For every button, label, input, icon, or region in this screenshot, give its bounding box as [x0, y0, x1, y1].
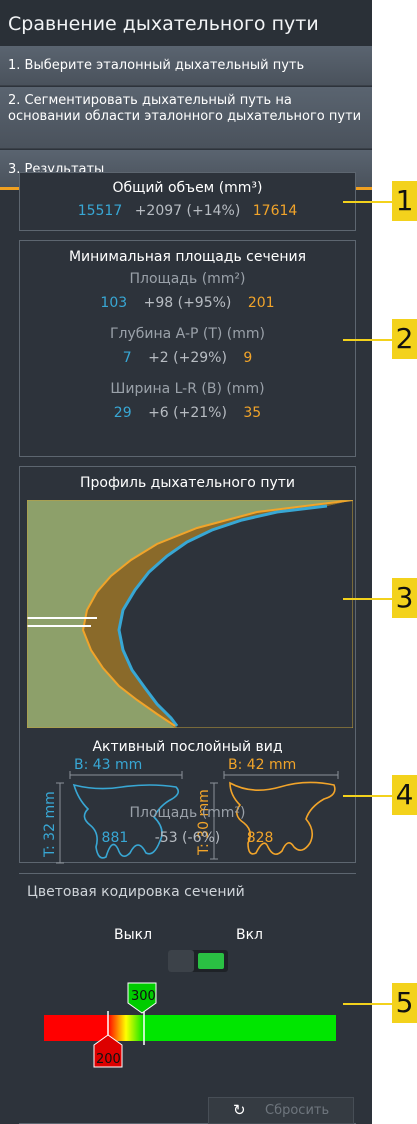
slice-ref-t-label: T: 32 mm: [42, 791, 58, 858]
step-select-reference[interactable]: 1. Выберите эталонный дыхательный путь: [0, 46, 372, 86]
callout-2: 2: [392, 319, 417, 359]
toggle-knob: [168, 950, 194, 972]
slice-area-ref-value: 881: [101, 830, 129, 846]
slice-area-values: 881 -53 (-6%) 828: [20, 830, 355, 846]
panel-title: Сравнение дыхательного пути: [0, 0, 372, 46]
color-coding-header: Цветовая кодировка сечений: [27, 884, 245, 900]
slice-area-diff-value: -53 (-6%): [154, 830, 221, 846]
depth-label: Глубина A-P (T) (mm): [109, 326, 266, 342]
volume-diff-value: +2097 (+14%): [134, 203, 241, 219]
area-diff-value: +98 (+95%): [143, 295, 232, 311]
area-label: Площадь (mm²): [129, 271, 246, 287]
total-volume-header: Общий объем (mm³): [112, 180, 263, 196]
slice-area-label: Площадь (mm²): [129, 805, 246, 821]
slice-cur-b-label: B: 42 mm: [228, 757, 296, 773]
callout-3: 3: [392, 578, 417, 618]
depth-values: 7 +2 (+29%) 9: [20, 350, 355, 366]
volume-ref-value: 15517: [77, 203, 123, 219]
upper-threshold-handle: 300: [127, 982, 157, 1014]
area-values: 103 +98 (+95%) 201: [20, 295, 355, 311]
slider-red-zone: [44, 1015, 108, 1041]
profile-header: Профиль дыхательного пути: [79, 475, 296, 491]
step-segment-airway[interactable]: 2. Сегментировать дыхательный путь на ос…: [0, 87, 372, 149]
callout-4-leader: [343, 795, 392, 797]
reset-button[interactable]: ↻ Сбросить: [208, 1097, 354, 1124]
width-ref-value: 29: [113, 405, 132, 421]
area-cur-value: 201: [247, 295, 275, 311]
min-section-header: Минимальная площадь сечения: [68, 249, 307, 265]
toggle-off-label: Выкл: [114, 927, 153, 943]
volume-cur-value: 17614: [252, 203, 298, 219]
slider-gradient-zone: [108, 1015, 144, 1041]
upper-threshold-value: 300: [131, 989, 156, 1004]
callout-4: 4: [392, 775, 417, 815]
slice-view-header: Активный послойный вид: [92, 739, 283, 755]
slice-ref-b-label: B: 43 mm: [74, 757, 142, 773]
total-volume-box: Общий объем (mm³) 15517 +2097 (+14%) 176…: [19, 172, 356, 231]
depth-diff-value: +2 (+29%): [148, 350, 227, 366]
width-label: Ширина L-R (B) (mm): [110, 381, 265, 397]
total-volume-values: 15517 +2097 (+14%) 17614: [20, 203, 355, 219]
width-diff-value: +6 (+21%): [148, 405, 227, 421]
width-cur-value: 35: [243, 405, 262, 421]
airway-profile-box: Профиль дыхательного пути Активный посло…: [19, 466, 356, 864]
slice-ref-contour: [72, 783, 180, 859]
callout-1-leader: [343, 201, 392, 203]
reset-label: Сбросить: [265, 1103, 330, 1118]
reset-icon: ↻: [233, 1101, 246, 1119]
area-ref-value: 103: [100, 295, 128, 311]
callout-5-leader: [343, 1003, 392, 1005]
lower-threshold-value: 200: [96, 1052, 121, 1067]
slice-area-cur-value: 828: [246, 830, 274, 846]
depth-ref-value: 7: [122, 350, 132, 366]
airway-comparison-panel: Сравнение дыхательного пути 1. Выберите …: [0, 0, 372, 1124]
min-section-box: Минимальная площадь сечения Площадь (mm²…: [19, 240, 356, 457]
slider-green-zone: [144, 1015, 336, 1041]
depth-cur-value: 9: [243, 350, 253, 366]
callout-2-leader: [343, 339, 392, 341]
airway-profile-graph[interactable]: [27, 500, 353, 728]
width-values: 29 +6 (+21%) 35: [20, 405, 355, 421]
callout-1: 1: [392, 181, 417, 221]
callout-5: 5: [392, 983, 417, 1023]
threshold-slider[interactable]: 300 200: [40, 975, 340, 1075]
toggle-on-indicator: [198, 953, 224, 969]
color-coding-toggle[interactable]: [168, 950, 228, 972]
callout-3-leader: [343, 598, 392, 600]
toggle-on-label: Вкл: [236, 927, 264, 943]
